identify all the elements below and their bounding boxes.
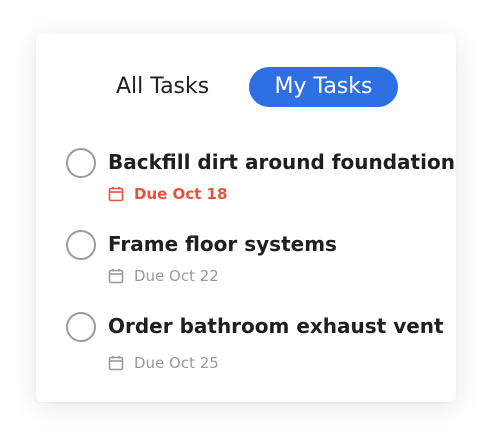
task-item: Order bathroom exhaust vent Due Oct 25 (64, 312, 444, 372)
task-filter-tabs: All Tasks My Tasks (36, 67, 456, 107)
calendar-icon (108, 268, 124, 284)
task-item: Frame floor systems Due Oct 22 (64, 230, 444, 290)
tab-my-tasks[interactable]: My Tasks (249, 67, 398, 107)
calendar-icon (108, 186, 124, 202)
calendar-icon (108, 355, 124, 371)
tab-all-tasks[interactable]: All Tasks (116, 67, 216, 107)
due-date-label: Due Oct 18 (134, 185, 228, 203)
due-date-label: Due Oct 25 (134, 354, 219, 372)
task-title[interactable]: Backfill dirt around foundation (108, 148, 455, 176)
complete-checkbox[interactable] (66, 148, 96, 178)
task-title[interactable]: Order bathroom exhaust vent (108, 312, 444, 340)
task-item: Backfill dirt around foundation Due Oct … (64, 148, 455, 208)
task-title[interactable]: Frame floor systems (108, 230, 337, 258)
complete-checkbox[interactable] (66, 230, 96, 260)
due-date-label: Due Oct 22 (134, 267, 219, 285)
task-card: All Tasks My Tasks Backfill dirt around … (36, 34, 456, 402)
complete-checkbox[interactable] (66, 312, 96, 342)
